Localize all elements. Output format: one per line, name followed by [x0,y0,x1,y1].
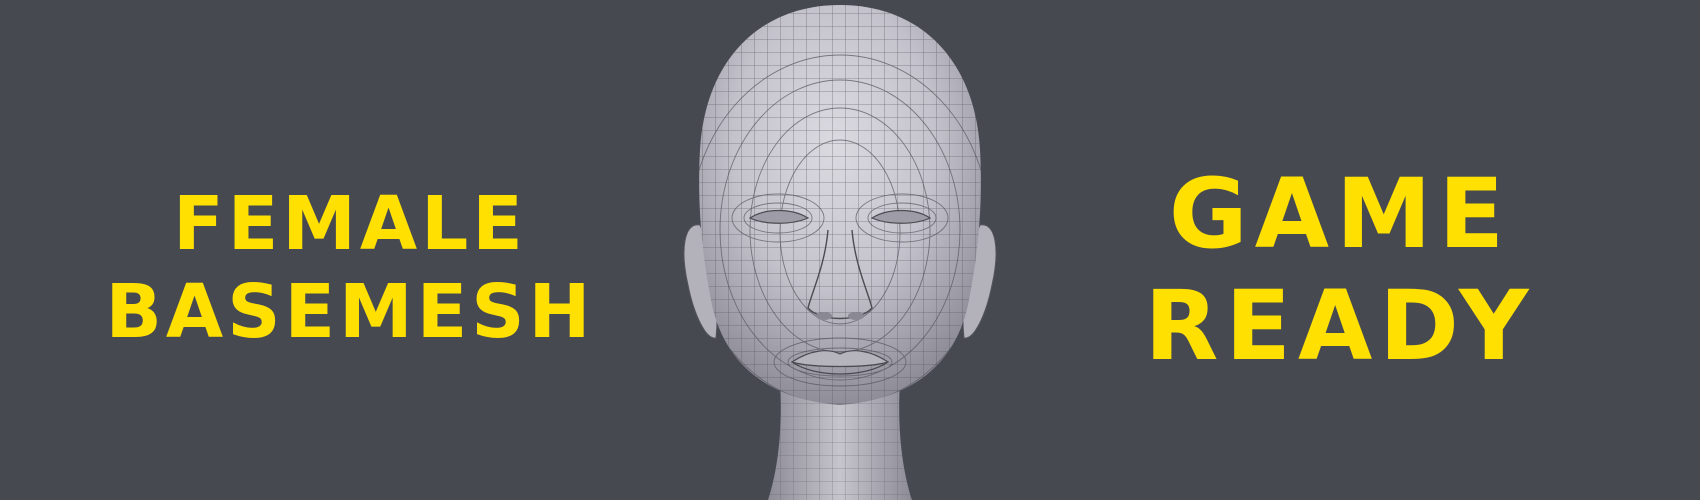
left-headline-line-2: BASEMESH [105,269,595,355]
right-headline-line-2: READY [1144,270,1536,382]
left-headline: FEMALE BASEMESH [90,180,610,356]
right-headline: GAME READY [1080,158,1600,382]
right-headline-line-1: GAME [1168,158,1512,270]
head-wireframe-render [683,5,997,500]
left-headline-line-1: FEMALE [173,181,527,267]
banner-canvas: FEMALE BASEMESH GAME READY [0,0,1700,500]
